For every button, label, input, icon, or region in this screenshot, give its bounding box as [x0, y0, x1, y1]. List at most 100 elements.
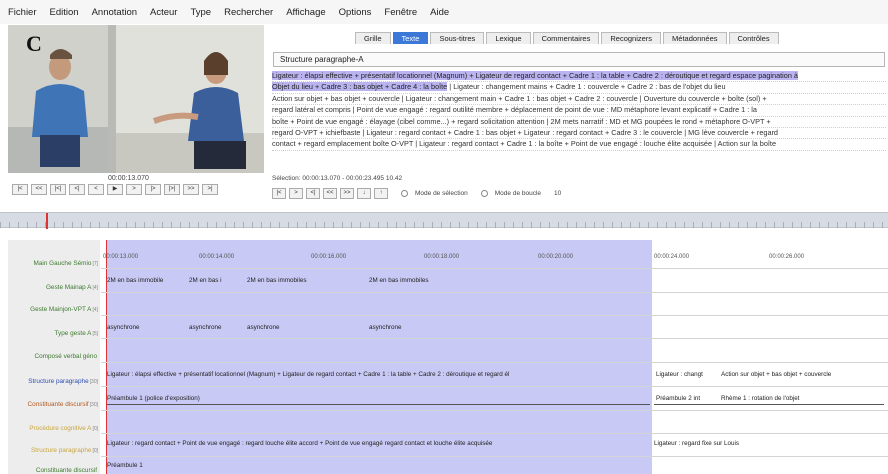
play-selection-button[interactable]: >: [289, 188, 303, 199]
tier-name[interactable]: Composé verbal géno: [34, 353, 98, 360]
annotation[interactable]: asynchrone: [247, 324, 280, 331]
tier-name[interactable]: Type geste A[5]: [54, 330, 98, 337]
tier-row-divider: [101, 268, 888, 269]
tier-up-button[interactable]: ↑: [374, 188, 388, 199]
annotation[interactable]: Ligateur : regard contact + Point de vue…: [107, 440, 492, 447]
menu-fichier[interactable]: Fichier: [8, 7, 37, 18]
annotation[interactable]: asynchrone: [107, 324, 140, 331]
tier-name[interactable]: Constituante discursif: [36, 467, 98, 474]
annotation[interactable]: Préambule 1 (police d'exposition): [107, 395, 200, 402]
selection-info: Sélection: 00:00:13.070 - 00:00:23.495 1…: [272, 175, 403, 182]
tab-recognizers[interactable]: Recognizers: [601, 32, 662, 44]
text-line: Action sur objet + bas objet + couvercle…: [272, 94, 886, 106]
previous-pixel-button[interactable]: <: [88, 184, 104, 195]
annotation[interactable]: Ligateur : changt: [656, 371, 718, 378]
video-frame: [8, 25, 264, 173]
video-viewer[interactable]: C: [8, 25, 264, 173]
timestamp-label: 00:00:18.000: [424, 254, 460, 260]
tab-grille[interactable]: Grille: [355, 32, 391, 44]
annotation[interactable]: 2M en bas immobiles: [247, 277, 307, 284]
next-frame-button[interactable]: |>|: [164, 184, 180, 195]
text-line: regard O-VPT + ichiefbaste | Ligateur : …: [272, 128, 886, 140]
menu-acteur[interactable]: Acteur: [150, 7, 177, 18]
selection-end-button[interactable]: <|: [306, 188, 320, 199]
speed-value: 10: [554, 190, 562, 197]
selection-mode-label: Mode de sélection: [415, 190, 468, 197]
tier-name[interactable]: Geste Mainjon-VPT A[4]: [30, 306, 98, 313]
selection-begin-button[interactable]: |<: [272, 188, 286, 199]
annotation[interactable]: Ligateur : regard fixe sur Louis: [654, 440, 739, 447]
tier-row-divider: [101, 456, 888, 457]
tab-sous-titres[interactable]: Sous-titres: [430, 32, 485, 44]
tab-texte[interactable]: Texte: [392, 32, 429, 44]
tier-name[interactable]: Main Gauche Sémio[7]: [34, 260, 98, 267]
timestamp-label: 00:00:24.000: [654, 254, 690, 260]
menu-fenetre[interactable]: Fenêtre: [384, 7, 417, 18]
previous-frame-button[interactable]: |<|: [50, 184, 66, 195]
tier-row-divider: [101, 386, 888, 387]
overview-ruler[interactable]: [0, 212, 888, 229]
menu-affichage[interactable]: Affichage: [286, 7, 325, 18]
menu-edition[interactable]: Edition: [50, 7, 79, 18]
tier-name[interactable]: Geste Mainap A[4]: [46, 284, 98, 291]
step-back-button[interactable]: <|: [69, 184, 85, 195]
next-annotation-button[interactable]: >>: [340, 188, 354, 199]
timestamp-label: 00:00:16.000: [311, 254, 347, 260]
annotation[interactable]: Ligateur : élapsi effective + présentati…: [107, 371, 650, 378]
time-cursor[interactable]: [106, 240, 107, 474]
annotation-timeline[interactable]: 00:00:13.000 00:00:14.000 00:00:16.000 0…: [101, 240, 888, 474]
tier-row-divider: [101, 315, 888, 316]
annotation[interactable]: Rhème 1 : rotation de l'objet: [721, 395, 800, 402]
tab-lexique[interactable]: Lexique: [486, 32, 531, 44]
text-line: boîte + Point de vue engagé : élayage (c…: [272, 117, 886, 129]
tier-row-divider: [101, 292, 888, 293]
step-forward-button[interactable]: |>: [145, 184, 161, 195]
selection-controls: |< > <| << >> ↓ ↑ Mode de sélection Mode…: [272, 188, 561, 199]
selection-mode-radio[interactable]: [401, 190, 408, 197]
annotation[interactable]: 2M en bas immobiles: [369, 277, 429, 284]
text-viewer[interactable]: Ligateur : élapsi effective + présentati…: [272, 71, 886, 163]
tier-name[interactable]: Procédure cognitive A[0]: [29, 425, 98, 432]
timestamp-label: 00:00:26.000: [769, 254, 805, 260]
loop-mode-radio[interactable]: [480, 190, 488, 197]
annotation[interactable]: 2M en bas immobile: [107, 277, 163, 284]
previous-second-button[interactable]: <<: [31, 184, 47, 195]
menu-type[interactable]: Type: [190, 7, 211, 18]
tier-dropdown[interactable]: Structure paragraphe-A: [273, 52, 885, 67]
next-second-button[interactable]: >>: [183, 184, 199, 195]
video-splitter: [108, 25, 116, 173]
previous-annotation-button[interactable]: <<: [323, 188, 337, 199]
annotation[interactable]: 2M en bas i: [189, 277, 222, 284]
tab-controles[interactable]: Contrôles: [728, 32, 779, 44]
annotation[interactable]: Préambule 2 int: [656, 395, 700, 402]
go-to-end-button[interactable]: >|: [202, 184, 218, 195]
play-button[interactable]: ▶: [107, 184, 123, 195]
menu-aide[interactable]: Aide: [430, 7, 449, 18]
tier-down-button[interactable]: ↓: [357, 188, 371, 199]
annotation[interactable]: Action sur objet + bas objet + couvercle: [721, 371, 883, 378]
text-line: contact + regard emplacement boîte O-VPT…: [272, 139, 886, 151]
ruler-ticks: [0, 222, 888, 228]
timestamp-label: 00:00:14.000: [199, 254, 235, 260]
annotation[interactable]: Préambule 1: [107, 462, 143, 469]
tier-row-divider: [101, 433, 888, 434]
tier-name[interactable]: Structure paragraphe[30]: [28, 378, 98, 385]
menu-options[interactable]: Options: [339, 7, 372, 18]
menu-rechercher[interactable]: Rechercher: [224, 7, 273, 18]
go-to-begin-button[interactable]: |<: [12, 184, 28, 195]
panel-letter: C: [26, 31, 42, 56]
annotation[interactable]: asynchrone: [369, 324, 402, 331]
player-controls: |< << |<| <| < ▶ > |> |>| >> >|: [12, 184, 218, 195]
annotation[interactable]: asynchrone: [189, 324, 222, 331]
tier-names-panel: Main Gauche Sémio[7] Geste Mainap A[4] G…: [8, 240, 100, 474]
loop-mode-label: Mode de boucle: [494, 190, 542, 197]
tab-commentaires[interactable]: Commentaires: [532, 32, 600, 44]
timestamp-label: 00:00:13.000: [103, 254, 139, 260]
next-pixel-button[interactable]: >: [126, 184, 142, 195]
tab-metadonnees[interactable]: Métadonnées: [663, 32, 727, 44]
tier-name[interactable]: Constituante discursif[30]: [28, 401, 98, 408]
menu-annotation[interactable]: Annotation: [92, 7, 137, 18]
tier-name[interactable]: Structure paragraphe[0]: [31, 447, 98, 454]
tier-row-divider: [101, 338, 888, 339]
highlighted-text: Objet du lieu + Cadre 3 : bas objet + Ca…: [272, 82, 448, 92]
